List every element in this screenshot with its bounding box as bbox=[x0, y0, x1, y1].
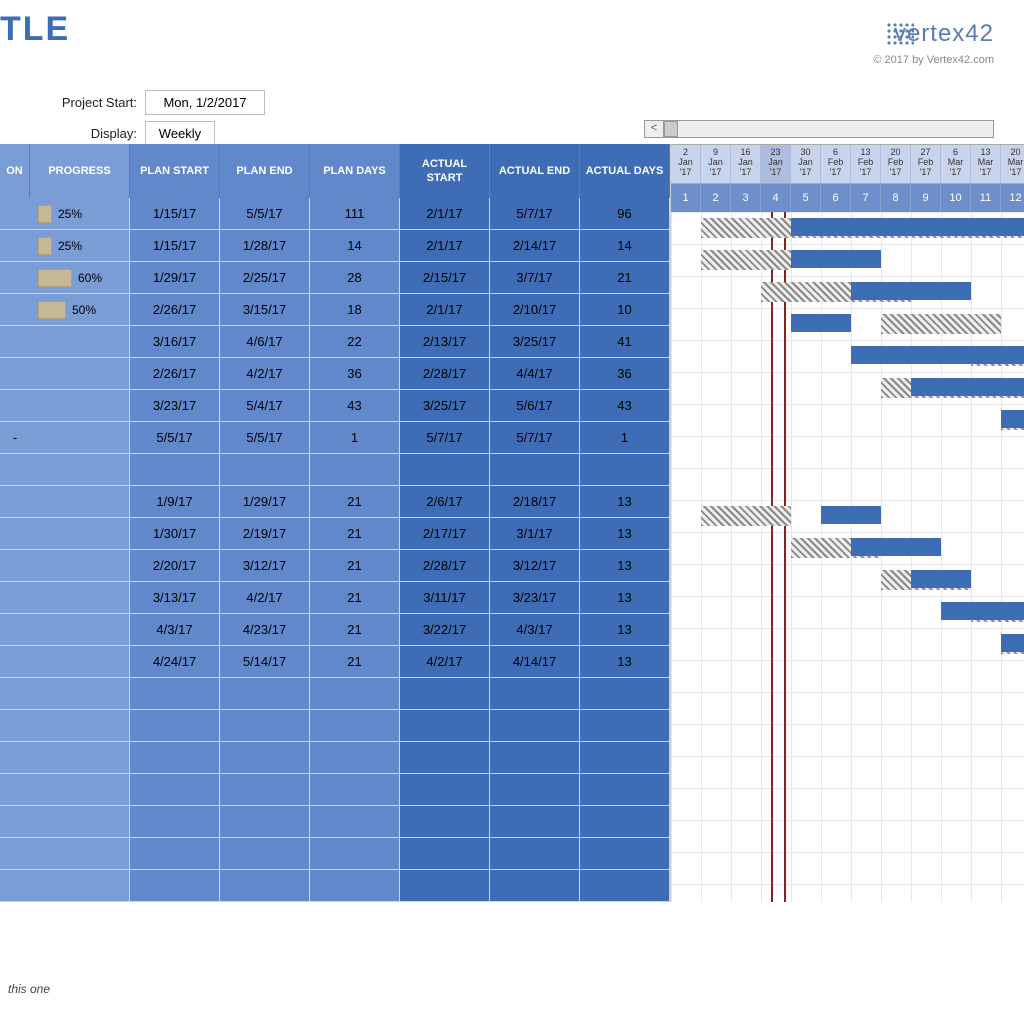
col-plan-end: PLAN END bbox=[220, 144, 310, 198]
gantt-actual-bar bbox=[791, 250, 881, 268]
table-row[interactable]: 1/9/171/29/17212/6/172/18/1713 bbox=[0, 486, 670, 518]
timeline-date: 6Mar'17 bbox=[941, 145, 971, 183]
gantt-plan-bar bbox=[701, 250, 791, 270]
gantt-actual-bar bbox=[1001, 410, 1024, 428]
table-row[interactable] bbox=[0, 678, 670, 710]
timeline-date: 20Feb'17 bbox=[881, 145, 911, 183]
col-plan-start: PLAN START bbox=[130, 144, 220, 198]
col-actual-start: ACTUAL START bbox=[400, 144, 490, 198]
table-row[interactable]: 3/13/174/2/17213/11/173/23/1713 bbox=[0, 582, 670, 614]
timeline-date: 16Jan'17 bbox=[731, 145, 761, 183]
gantt-actual-bar bbox=[791, 218, 1024, 236]
col-plan-days: PLAN DAYS bbox=[310, 144, 400, 198]
col-actual-days: ACTUAL DAYS bbox=[580, 144, 670, 198]
progress-bar bbox=[38, 205, 52, 223]
today-marker bbox=[771, 212, 773, 902]
timeline-week: 8 bbox=[881, 184, 911, 212]
timeline-week: 6 bbox=[821, 184, 851, 212]
progress-bar bbox=[38, 301, 66, 319]
table-row[interactable]: -5/5/175/5/1715/7/175/7/171 bbox=[0, 422, 670, 454]
progress-bar bbox=[38, 269, 72, 287]
timeline-date: 2Jan'17 bbox=[671, 145, 701, 183]
table-row[interactable] bbox=[0, 870, 670, 902]
timeline-week: 4 bbox=[761, 184, 791, 212]
gantt-actual-bar bbox=[851, 282, 971, 300]
timeline-date: 9Jan'17 bbox=[701, 145, 731, 183]
gantt-plan-bar bbox=[881, 314, 1001, 334]
table-row[interactable] bbox=[0, 742, 670, 774]
table-row[interactable]: 25%1/15/171/28/17142/1/172/14/1714 bbox=[0, 230, 670, 262]
gantt-actual-bar bbox=[941, 602, 1024, 620]
table-row[interactable] bbox=[0, 454, 670, 486]
table-row[interactable]: 3/16/174/6/17222/13/173/25/1741 bbox=[0, 326, 670, 358]
project-start-input[interactable]: Mon, 1/2/2017 bbox=[145, 90, 265, 115]
col-on: ON bbox=[0, 144, 30, 198]
today-marker bbox=[784, 212, 786, 902]
timeline-week: 11 bbox=[971, 184, 1001, 212]
brand-icon bbox=[858, 22, 886, 46]
timeline-week: 5 bbox=[791, 184, 821, 212]
gantt-actual-bar bbox=[911, 378, 1024, 396]
table-row[interactable]: 3/23/175/4/17433/25/175/6/1743 bbox=[0, 390, 670, 422]
brand-logo: vertex42 bbox=[858, 20, 994, 48]
timeline-week: 10 bbox=[941, 184, 971, 212]
progress-value: 25% bbox=[58, 239, 82, 253]
timeline-week: 9 bbox=[911, 184, 941, 212]
gantt-actual-bar bbox=[851, 538, 941, 556]
table-row[interactable]: 2/20/173/12/17212/28/173/12/1713 bbox=[0, 550, 670, 582]
table-row[interactable] bbox=[0, 774, 670, 806]
timeline-date: 6Feb'17 bbox=[821, 145, 851, 183]
progress-value: 50% bbox=[72, 303, 96, 317]
table-row[interactable]: 4/3/174/23/17213/22/174/3/1713 bbox=[0, 614, 670, 646]
col-actual-end: ACTUAL END bbox=[490, 144, 580, 198]
timeline-date: 23Jan'17 bbox=[761, 145, 791, 183]
timeline-date: 20Mar'17 bbox=[1001, 145, 1024, 183]
timeline-week: 1 bbox=[671, 184, 701, 212]
timeline-week: 7 bbox=[851, 184, 881, 212]
table-row[interactable]: 60%1/29/172/25/17282/15/173/7/1721 bbox=[0, 262, 670, 294]
timeline-week: 2 bbox=[701, 184, 731, 212]
col-progress: PROGRESS bbox=[30, 144, 130, 198]
timeline-date: 27Feb'17 bbox=[911, 145, 941, 183]
table-row[interactable]: 4/24/175/14/17214/2/174/14/1713 bbox=[0, 646, 670, 678]
table-row[interactable] bbox=[0, 710, 670, 742]
table-row[interactable] bbox=[0, 838, 670, 870]
footer-note: this one bbox=[8, 982, 50, 996]
progress-value: 25% bbox=[58, 207, 82, 221]
brand-copyright: © 2017 by Vertex42.com bbox=[858, 54, 994, 66]
progress-bar bbox=[38, 237, 52, 255]
table-row[interactable]: 1/30/172/19/17212/17/173/1/1713 bbox=[0, 518, 670, 550]
gantt-actual-bar bbox=[851, 346, 1024, 364]
project-start-label: Project Start: bbox=[0, 95, 145, 110]
table-row[interactable]: 2/26/174/2/17362/28/174/4/1736 bbox=[0, 358, 670, 390]
timeline-week: 3 bbox=[731, 184, 761, 212]
timeline-week: 12 bbox=[1001, 184, 1024, 212]
gantt-actual-bar bbox=[791, 314, 851, 332]
timeline-date: 30Jan'17 bbox=[791, 145, 821, 183]
table-row[interactable]: 25%1/15/175/5/171112/1/175/7/1796 bbox=[0, 198, 670, 230]
gantt-actual-bar bbox=[911, 570, 971, 588]
table-row[interactable] bbox=[0, 806, 670, 838]
gantt-actual-bar bbox=[821, 506, 881, 524]
timeline-date: 13Feb'17 bbox=[851, 145, 881, 183]
gantt-actual-bar bbox=[1001, 634, 1024, 652]
progress-value: 60% bbox=[78, 271, 102, 285]
gantt-plan-bar bbox=[701, 506, 791, 526]
table-row[interactable]: 50%2/26/173/15/17182/1/172/10/1710 bbox=[0, 294, 670, 326]
timeline-date: 13Mar'17 bbox=[971, 145, 1001, 183]
